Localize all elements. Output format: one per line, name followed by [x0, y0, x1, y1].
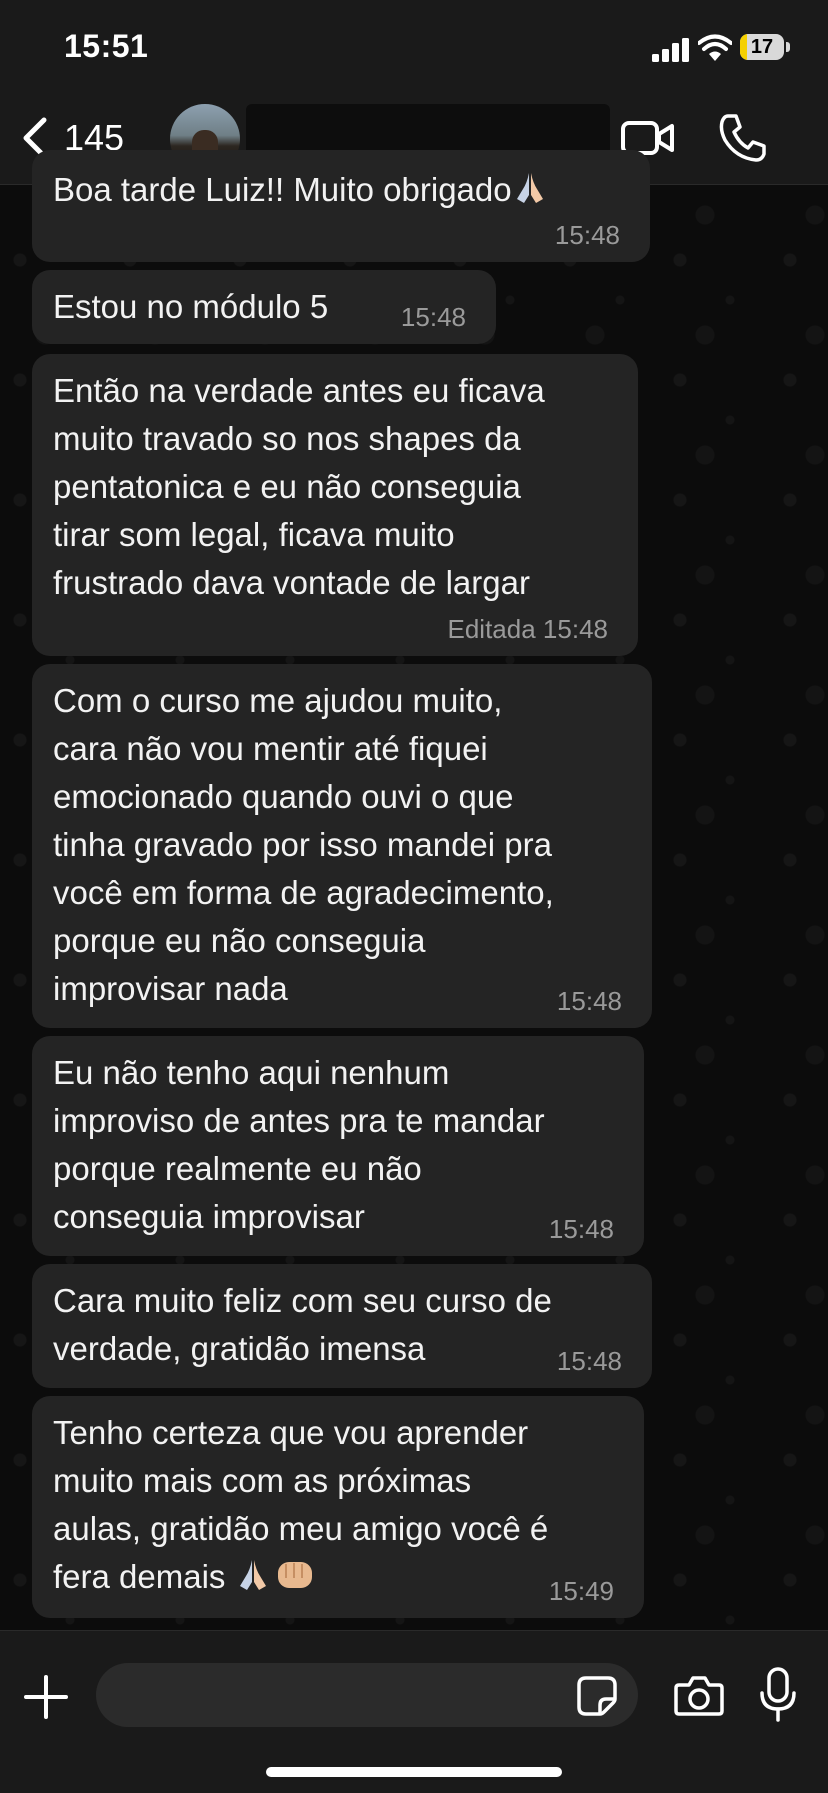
message-text-line: conseguia improvisar [53, 1198, 365, 1235]
message-text-line: cara não vou mentir até fiquei [53, 730, 488, 767]
message-text-line: verdade, gratidão imensa [53, 1330, 426, 1367]
message-text-line: aulas, gratidão meu amigo você é [53, 1510, 549, 1547]
battery-icon: 17 [740, 34, 792, 62]
folded-hands-emoji [235, 1556, 271, 1592]
message-input[interactable] [96, 1663, 638, 1727]
message-text-line: Então na verdade antes eu ficava [53, 372, 545, 409]
message-text-line: tirar som legal, ficava muito [53, 516, 455, 553]
message-text-line: Estou no módulo 5 [53, 288, 329, 325]
message-bubble[interactable]: Tenho certeza que vou aprender muito mai… [32, 1396, 644, 1618]
message-time: 15:48 [556, 986, 622, 1016]
message-time: 15:48 [548, 1214, 614, 1244]
message-text-line: Boa tarde Luiz!! Muito obrigado [53, 166, 548, 214]
message-text-line: muito travado so nos shapes da [53, 420, 521, 457]
message-time: 15:48 [542, 614, 608, 644]
microphone-icon[interactable] [758, 1667, 798, 1723]
message-time: 15:48 [556, 1346, 622, 1376]
message-bubble[interactable]: Eu não tenho aqui nenhum improviso de an… [32, 1036, 644, 1256]
message-text-line: porque realmente eu não [53, 1150, 422, 1187]
message-text-line: frustrado dava vontade de largar [53, 564, 530, 601]
message-time: 15:49 [548, 1576, 614, 1606]
folded-hands-emoji [512, 169, 548, 205]
message-bubble[interactable]: Cara muito feliz com seu curso de verdad… [32, 1264, 652, 1388]
status-bar: 15:51 17 [0, 0, 828, 92]
message-text-line: improvisar nada [53, 970, 288, 1007]
message-text-line: fera demais [53, 1553, 315, 1601]
message-composer [0, 1630, 828, 1793]
edited-label: Editada [447, 614, 536, 644]
message-text-line: Com o curso me ajudou muito, [53, 682, 503, 719]
message-text-line: improviso de antes pra te mandar [53, 1102, 545, 1139]
sticker-icon[interactable] [576, 1675, 618, 1717]
message-bubble[interactable]: Estou no módulo 5 15:48 [32, 270, 496, 344]
voice-call-button[interactable] [718, 112, 766, 164]
camera-icon[interactable] [674, 1673, 724, 1717]
message-text-line: tinha gravado por isso mandei pra [53, 826, 552, 863]
home-indicator [266, 1767, 562, 1777]
message-text-line: porque eu não conseguia [53, 922, 426, 959]
wifi-icon [698, 34, 732, 61]
plus-icon[interactable] [24, 1675, 68, 1719]
message-text-line: pentatonica e eu não conseguia [53, 468, 521, 505]
battery-level-text: 17 [750, 36, 774, 58]
message-text-line: Cara muito feliz com seu curso de [53, 1282, 552, 1319]
message-time: 15:48 [554, 220, 620, 250]
message-meta: Editada 15:48 [448, 614, 609, 645]
status-time: 15:51 [64, 28, 149, 64]
message-text-line: Tenho certeza que vou aprender [53, 1414, 529, 1451]
message-text-line: emocionado quando ouvi o que [53, 778, 514, 815]
message-bubble[interactable]: Com o curso me ajudou muito, cara não vo… [32, 664, 652, 1028]
message-time: 15:48 [400, 302, 466, 332]
cellular-signal-icon [652, 38, 689, 62]
message-text-line: Eu não tenho aqui nenhum [53, 1054, 450, 1091]
message-text-line: você em forma de agradecimento, [53, 874, 554, 911]
fist-bump-emoji [275, 1556, 315, 1592]
message-bubble[interactable]: Então na verdade antes eu ficava muito t… [32, 354, 638, 656]
message-text-line: muito mais com as próximas [53, 1462, 472, 1499]
message-bubble[interactable]: Boa tarde Luiz!! Muito obrigado 15:48 [32, 150, 650, 262]
